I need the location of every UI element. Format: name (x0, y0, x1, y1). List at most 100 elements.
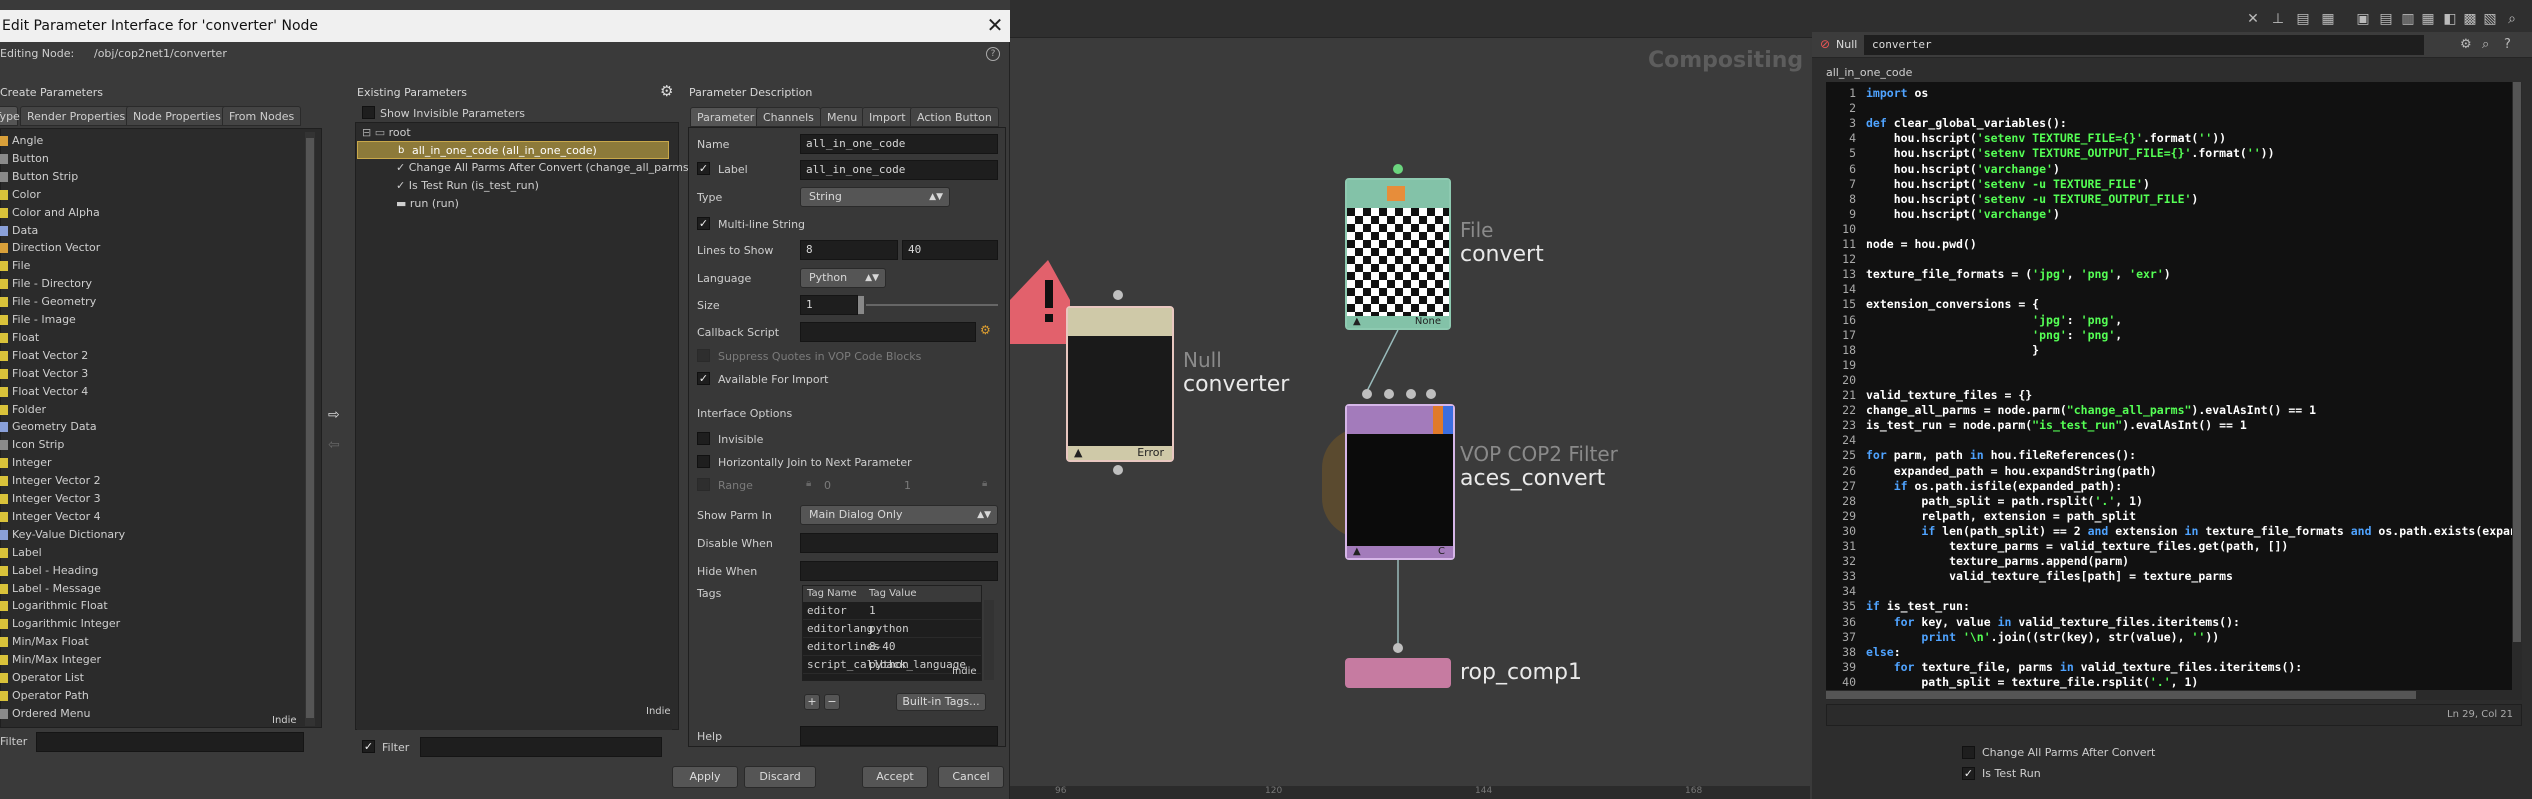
code-line[interactable]: 18 } (1826, 343, 2522, 358)
layout6-icon[interactable]: ▩ (2462, 11, 2478, 27)
type-list-item[interactable]: Button (0, 150, 300, 168)
type-list-item[interactable]: Operator Path (0, 687, 300, 705)
code-line[interactable]: 36 for key, value in valid_texture_files… (1826, 615, 2522, 630)
tab-by-type[interactable]: By Type (0, 106, 20, 126)
code-line[interactable]: 30 if len(path_split) == 2 and extension… (1826, 524, 2522, 539)
lock-icon[interactable]: 🔒︎ (806, 478, 811, 489)
tree-item-run[interactable]: ▬ run (run) (396, 195, 459, 213)
code-line[interactable]: 3 def clear_global_variables(): (1826, 116, 2522, 131)
tree-root[interactable]: ⊟ ▭ root (362, 124, 411, 142)
help-icon[interactable]: ? (2504, 37, 2511, 52)
list-icon[interactable]: ▤ (2295, 11, 2311, 27)
code-line[interactable]: 22 change_all_parms = node.parm("change_a… (1826, 403, 2522, 418)
type-list-item[interactable]: Angle (0, 132, 300, 150)
code-line[interactable]: 39 for texture_file, parms in valid_text… (1826, 660, 2522, 675)
type-list-item[interactable]: Min/Max Float (0, 633, 300, 651)
type-list-item[interactable]: File - Directory (0, 275, 300, 293)
type-list-item[interactable]: Integer Vector 2 (0, 472, 300, 490)
filter-input[interactable] (420, 737, 662, 757)
type-list-item[interactable]: File (0, 257, 300, 275)
code-line[interactable]: 6 hou.hscript('varchange') (1826, 162, 2522, 177)
code-line[interactable]: 24 (1826, 433, 2522, 448)
type-list-item[interactable]: Integer Vector 4 (0, 508, 300, 526)
tools-icon[interactable]: ✕ (2245, 11, 2261, 27)
range-checkbox[interactable] (697, 478, 710, 491)
type-list-item[interactable]: Float Vector 4 (0, 383, 300, 401)
code-line[interactable]: 27 if os.path.isfile(expanded_path): (1826, 479, 2522, 494)
horizontal-join-checkbox[interactable] (697, 455, 710, 468)
type-list-item[interactable]: Float Vector 3 (0, 365, 300, 383)
close-icon[interactable]: ✕ (984, 14, 1006, 36)
type-list-item[interactable]: Label (0, 544, 300, 562)
code-line[interactable]: 31 texture_parms = valid_texture_files.g… (1826, 539, 2522, 554)
tab-import[interactable]: Import (862, 107, 913, 127)
code-line[interactable]: 2 (1826, 101, 2522, 116)
code-line[interactable]: 33 valid_texture_files[path] = texture_p… (1826, 569, 2522, 584)
show-invisible-checkbox[interactable] (362, 106, 375, 119)
type-list-item[interactable]: Data (0, 222, 300, 240)
tab-action-button[interactable]: Action Button (910, 107, 999, 127)
show-parm-in-dropdown[interactable]: Main Dialog Only ▲▼ (800, 505, 998, 525)
type-list-item[interactable]: Geometry Data (0, 418, 300, 436)
input-connector[interactable] (1426, 389, 1436, 399)
type-list-item[interactable]: Direction Vector (0, 239, 300, 257)
input-connector[interactable] (1362, 389, 1372, 399)
type-list-item[interactable]: Operator List (0, 669, 300, 687)
tab-from-nodes[interactable]: From Nodes (222, 106, 302, 126)
filter-input[interactable] (36, 732, 304, 752)
code-line[interactable]: 37 print '\n'.join((str(key), str(value)… (1826, 630, 2522, 645)
tab-node-properties[interactable]: Node Properties (126, 106, 228, 126)
help-input[interactable] (800, 726, 998, 746)
code-line[interactable]: 20 (1826, 373, 2522, 388)
input-connector[interactable] (1384, 389, 1394, 399)
type-list-item[interactable]: Folder (0, 401, 300, 419)
available-import-checkbox[interactable]: ✓ (697, 372, 710, 385)
node-aces-convert[interactable]: ▲ C (1345, 404, 1455, 560)
layout4-icon[interactable]: ▦ (2420, 11, 2436, 27)
tab-menu[interactable]: Menu (820, 107, 865, 127)
name-input[interactable]: all_in_one_code (800, 134, 998, 154)
type-dropdown[interactable]: String ▲▼ (800, 187, 950, 207)
code-line[interactable]: 17 'png': 'png', (1826, 328, 2522, 343)
type-list-item[interactable]: Color and Alpha (0, 204, 300, 222)
discard-button[interactable]: Discard (744, 766, 816, 788)
node-name-field[interactable]: converter (1864, 35, 2424, 55)
range-min[interactable]: 0 (824, 479, 831, 492)
type-list-scrollbar[interactable] (305, 132, 315, 726)
change-all-parms-checkbox[interactable] (1962, 746, 1975, 759)
tab-render-properties[interactable]: Render Properties (20, 106, 133, 126)
layout-icon[interactable]: ▣ (2355, 11, 2371, 27)
type-list-item[interactable]: Integer (0, 454, 300, 472)
suppress-quotes-checkbox[interactable] (697, 349, 710, 362)
filter-checkbox[interactable]: ✓ (362, 740, 375, 753)
input-connector[interactable] (1393, 643, 1403, 653)
search-icon[interactable]: ⌕ (2482, 37, 2489, 52)
code-line[interactable]: 40 path_split = texture_file.rsplit('.',… (1826, 675, 2522, 690)
size-slider-track[interactable] (866, 304, 998, 306)
tag-row[interactable]: editorlines 8-40 (803, 638, 981, 656)
size-slider-handle[interactable] (858, 296, 864, 314)
type-list-item[interactable]: File - Image (0, 311, 300, 329)
add-tag-button[interactable]: + (804, 694, 820, 710)
label-input[interactable]: all_in_one_code (800, 160, 998, 180)
type-list-item[interactable]: Float (0, 329, 300, 347)
code-line[interactable]: 13 texture_file_formats = ('jpg', 'png', … (1826, 267, 2522, 282)
type-list-item[interactable]: Integer Vector 3 (0, 490, 300, 508)
type-list-item[interactable]: Logarithmic Integer (0, 615, 300, 633)
code-line[interactable]: 28 path_split = path.rsplit('.', 1) (1826, 494, 2522, 509)
code-line[interactable]: 7 hou.hscript('setenv -u TEXTURE_FILE') (1826, 177, 2522, 192)
is-test-run-checkbox[interactable]: ✓ (1962, 767, 1975, 780)
tree-icon[interactable]: ⊥ (2270, 11, 2286, 27)
cancel-button[interactable]: Cancel (938, 766, 1004, 788)
hide-when-input[interactable] (800, 561, 998, 581)
tab-parameter[interactable]: Parameter (690, 107, 762, 127)
type-list-item[interactable]: Min/Max Integer (0, 651, 300, 669)
code-line[interactable]: 12 (1826, 252, 2522, 267)
code-hscrollbar[interactable] (1826, 690, 2522, 700)
multiline-checkbox[interactable]: ✓ (697, 217, 710, 230)
code-line[interactable]: 26 expanded_path = hou.expandString(path… (1826, 464, 2522, 479)
type-list-item[interactable]: Color (0, 186, 300, 204)
tab-channels[interactable]: Channels (756, 107, 821, 127)
tags-scrollbar[interactable] (984, 600, 994, 680)
lines-max-input[interactable]: 40 (902, 240, 998, 260)
